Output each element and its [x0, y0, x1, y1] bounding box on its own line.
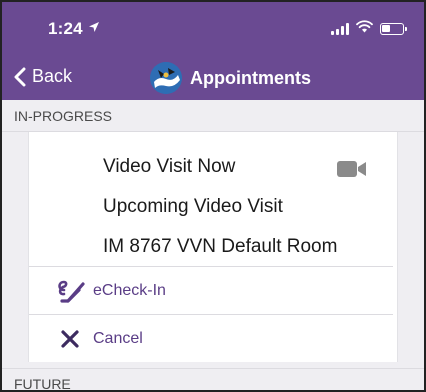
wifi-icon — [356, 20, 373, 38]
back-button[interactable]: Back — [14, 66, 72, 87]
cancel-button[interactable]: Cancel — [29, 316, 399, 362]
back-label: Back — [32, 66, 73, 86]
app-logo-icon — [150, 62, 182, 94]
divider — [29, 266, 393, 267]
cancel-label: Cancel — [93, 330, 143, 347]
echeckin-icon — [53, 278, 87, 304]
visit-room: IM 8767 VVN Default Room — [103, 236, 338, 257]
status-bar: 1:24 — [2, 2, 424, 56]
signal-icon — [331, 23, 349, 35]
video-camera-icon — [337, 160, 367, 183]
battery-icon — [380, 23, 407, 35]
visit-title: Video Visit Now — [103, 156, 236, 177]
navigation-bar: Back Appointments — [2, 56, 424, 100]
divider — [29, 314, 393, 315]
nav-title-group: Appointments — [150, 62, 311, 94]
status-icons — [331, 20, 407, 38]
section-header-future: FUTURE — [2, 368, 424, 390]
echeckin-button[interactable]: eCheck-In — [29, 268, 399, 314]
section-header-in-progress: IN-PROGRESS — [2, 100, 424, 132]
chevron-left-icon — [14, 67, 26, 86]
echeckin-label: eCheck-In — [93, 282, 166, 299]
close-icon — [53, 329, 87, 349]
status-time: 1:24 — [48, 18, 100, 39]
page-title: Appointments — [190, 67, 311, 88]
time-text: 1:24 — [48, 19, 83, 38]
visit-subtitle: Upcoming Video Visit — [103, 196, 283, 217]
app-frame: 1:24 Back Appointments IN-PROGRESS Video… — [0, 0, 426, 392]
location-arrow-icon — [88, 18, 100, 38]
appointment-card[interactable]: Video Visit Now Upcoming Video Visit IM … — [28, 132, 398, 362]
